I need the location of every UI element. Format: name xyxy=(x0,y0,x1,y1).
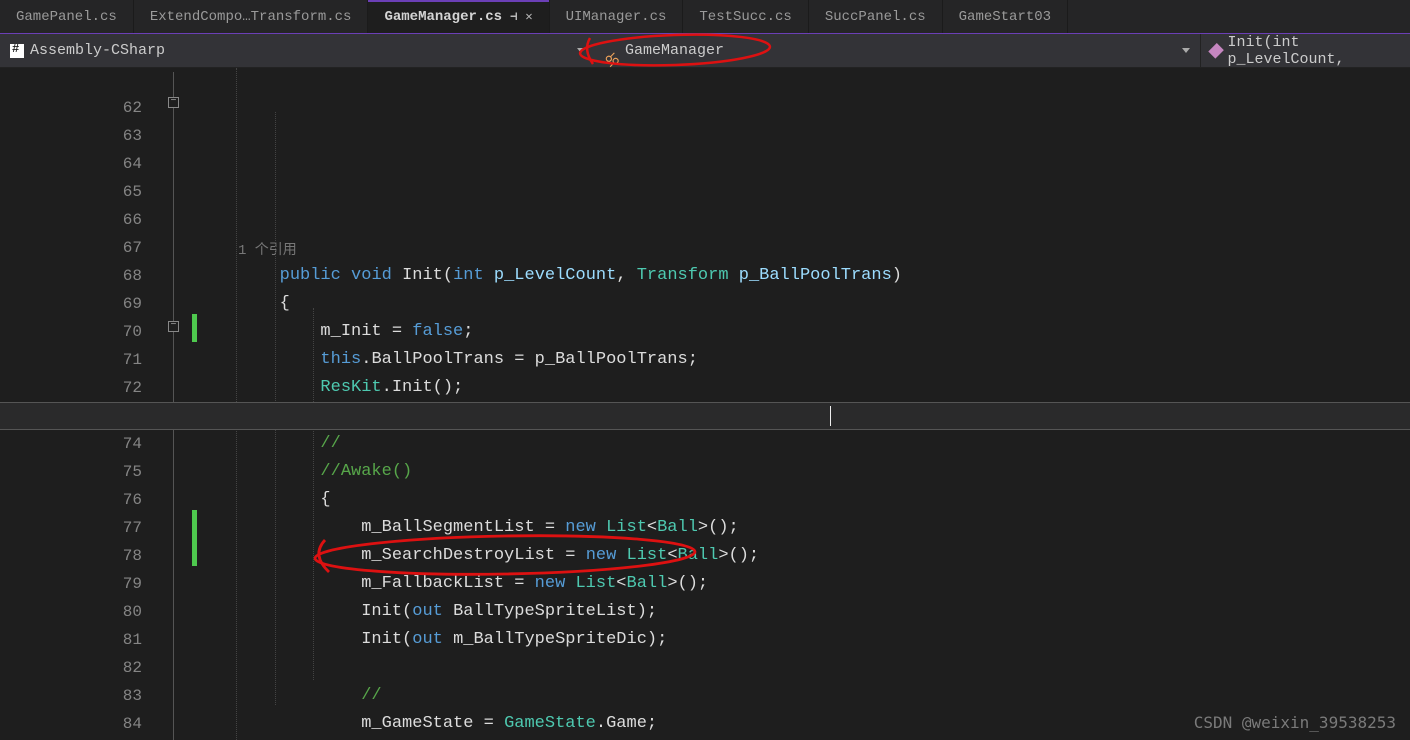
breadcrumb-class-label: GameManager xyxy=(625,42,724,59)
tab-gamemanager[interactable]: GameManager.cs ⊣ ✕ xyxy=(368,0,549,33)
chevron-down-icon[interactable] xyxy=(1182,48,1190,53)
breadcrumb-project-label: Assembly-CSharp xyxy=(30,42,165,59)
tab-succpanel[interactable]: SuccPanel.cs xyxy=(809,0,943,33)
watermark: CSDN @weixin_39538253 xyxy=(1194,713,1396,732)
current-line-highlight xyxy=(0,402,1410,430)
code-editor[interactable]: 626364656667686970717273🪛747576777879808… xyxy=(0,68,1410,740)
class-icon: 🝰 xyxy=(605,44,619,58)
csharp-icon xyxy=(10,44,24,58)
breadcrumb-class[interactable]: 🝰 GameManager xyxy=(595,34,1200,67)
breadcrumb-method-label: Init(int p_LevelCount, xyxy=(1227,34,1400,68)
tab-extendcompo[interactable]: ExtendCompo…Transform.cs xyxy=(134,0,369,33)
breadcrumb-method[interactable]: Init(int p_LevelCount, xyxy=(1200,34,1410,67)
chevron-down-icon[interactable] xyxy=(577,48,585,53)
breadcrumb-project[interactable]: Assembly-CSharp xyxy=(0,34,595,67)
tab-uimanager[interactable]: UIManager.cs xyxy=(550,0,684,33)
breadcrumb: Assembly-CSharp 🝰 GameManager Init(int p… xyxy=(0,34,1410,68)
fold-toggle[interactable]: − xyxy=(168,321,179,332)
tab-bar: GamePanel.cs ExtendCompo…Transform.cs Ga… xyxy=(0,0,1410,34)
tab-gamepanel[interactable]: GamePanel.cs xyxy=(0,0,134,33)
tab-gamestart03[interactable]: GameStart03 xyxy=(943,0,1068,33)
pin-icon[interactable]: ⊣ xyxy=(510,9,517,24)
close-icon[interactable]: ✕ xyxy=(525,9,532,24)
fold-toggle[interactable]: − xyxy=(168,97,179,108)
method-icon xyxy=(1208,43,1224,59)
text-caret xyxy=(830,406,831,426)
tab-testsucc[interactable]: TestSucc.cs xyxy=(683,0,808,33)
